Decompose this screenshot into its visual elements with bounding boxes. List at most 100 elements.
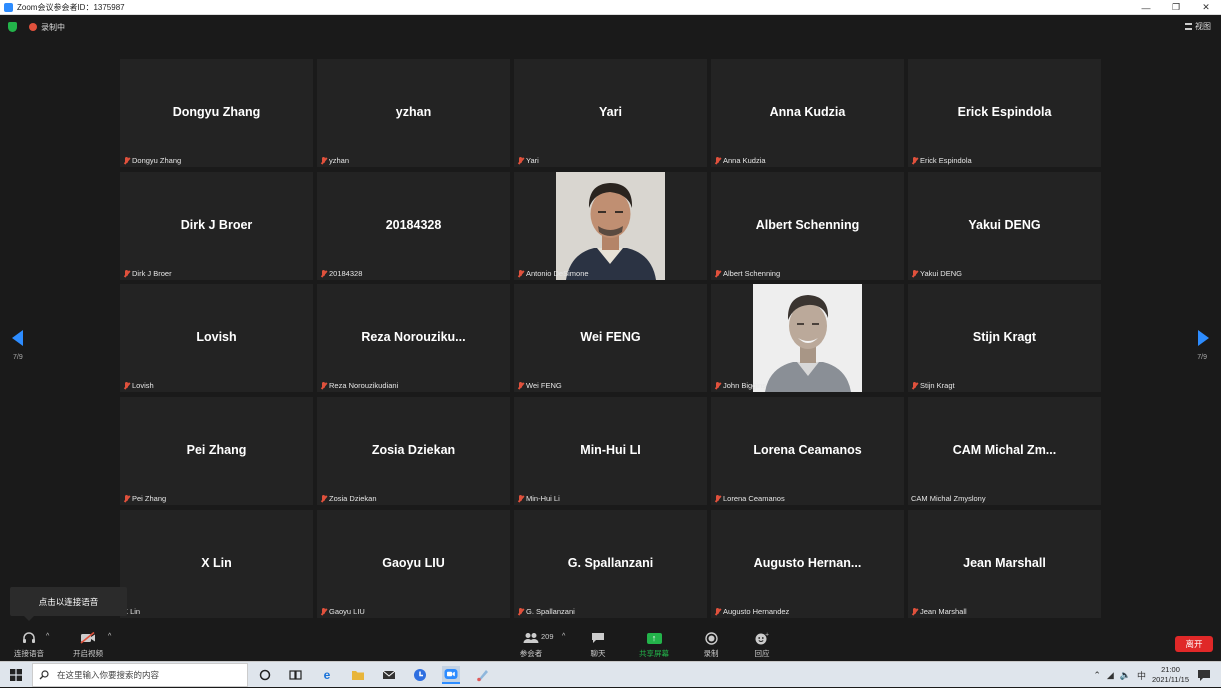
video-options-caret[interactable]: ^ bbox=[108, 633, 111, 640]
muted-mic-icon bbox=[123, 156, 130, 165]
security-shield-icon[interactable] bbox=[8, 22, 17, 32]
taskbar-clock[interactable]: 21:00 2021/11/15 bbox=[1152, 665, 1189, 685]
record-label: 录制 bbox=[703, 649, 719, 658]
file-explorer-icon[interactable] bbox=[349, 666, 367, 684]
participant-tile[interactable]: Yari Yari bbox=[514, 59, 707, 167]
participant-tile[interactable]: Gaoyu LIU Gaoyu LIU bbox=[317, 510, 510, 618]
participant-tile[interactable]: Dongyu Zhang Dongyu Zhang bbox=[120, 59, 313, 167]
participant-display-name: G. Spallanzani bbox=[567, 556, 654, 570]
participant-display-name: Jean Marshall bbox=[963, 556, 1046, 570]
participants-options-caret[interactable]: ^ bbox=[562, 633, 565, 640]
next-page-icon[interactable] bbox=[1198, 330, 1209, 346]
start-video-button[interactable]: 开启视频 bbox=[63, 631, 113, 659]
participant-footer: Lorena Ceamanos bbox=[714, 494, 785, 503]
participant-tile[interactable]: Wei FENG Wei FENG bbox=[514, 284, 707, 392]
zoom-taskbar-icon[interactable] bbox=[442, 666, 460, 684]
record-icon bbox=[704, 631, 718, 645]
page-indicator-right: 7/9 bbox=[1197, 354, 1207, 361]
muted-mic-icon bbox=[911, 607, 918, 616]
participant-tile[interactable]: Jean Marshall Jean Marshall bbox=[908, 510, 1101, 618]
participant-tile[interactable]: G. Spallanzani G. Spallanzani bbox=[514, 510, 707, 618]
participant-footer: G. Spallanzani bbox=[517, 607, 575, 616]
clock-time: 21:00 bbox=[1161, 665, 1180, 674]
participant-tile[interactable]: Albert Schenning Albert Schenning bbox=[711, 172, 904, 280]
participant-footer-label: Wei FENG bbox=[526, 381, 562, 390]
participant-display-name: Albert Schenning bbox=[755, 218, 860, 232]
muted-mic-icon bbox=[517, 381, 524, 390]
participant-footer: Min-Hui Li bbox=[517, 494, 560, 503]
tray-expand-icon[interactable]: ⌃ bbox=[1093, 670, 1101, 681]
participant-tile[interactable]: Reza Norouziku... Reza Norouzikudiani bbox=[317, 284, 510, 392]
share-screen-button[interactable]: ↑ 共享屏幕 bbox=[629, 631, 679, 659]
participant-tile[interactable]: Yakui DENG Yakui DENG bbox=[908, 172, 1101, 280]
participant-tile[interactable]: Zosia Dziekan Zosia Dziekan bbox=[317, 397, 510, 505]
participant-tile[interactable]: Lovish Lovish bbox=[120, 284, 313, 392]
participant-footer: Dirk J Broer bbox=[123, 269, 172, 278]
paint-app-icon[interactable] bbox=[474, 666, 492, 684]
ime-indicator[interactable]: 中 bbox=[1137, 669, 1146, 682]
volume-icon[interactable]: 🔈 bbox=[1120, 670, 1131, 681]
network-icon[interactable]: ◢ bbox=[1107, 670, 1114, 681]
minimize-button[interactable]: — bbox=[1131, 0, 1161, 15]
participant-tile[interactable]: Augusto Hernan... Augusto Hernandez bbox=[711, 510, 904, 618]
recording-icon bbox=[29, 23, 37, 31]
participant-footer-label: G. Spallanzani bbox=[526, 607, 575, 616]
restore-button[interactable]: ❐ bbox=[1161, 0, 1191, 15]
participant-footer-label: Jean Marshall bbox=[920, 607, 967, 616]
participant-tile[interactable]: Dirk J Broer Dirk J Broer bbox=[120, 172, 313, 280]
participant-tile[interactable]: Antonio DeSimone bbox=[514, 172, 707, 280]
close-button[interactable]: ✕ bbox=[1191, 0, 1221, 15]
participant-display-name: Zosia Dziekan bbox=[371, 443, 456, 457]
record-button[interactable]: 录制 bbox=[686, 631, 736, 659]
participant-footer: Dongyu Zhang bbox=[123, 156, 181, 165]
participant-footer: Albert Schenning bbox=[714, 269, 780, 278]
cortana-icon[interactable] bbox=[256, 666, 274, 684]
participant-tile[interactable]: Stijn Kragt Stijn Kragt bbox=[908, 284, 1101, 392]
participant-tile[interactable]: Anna Kudzia Anna Kudzia bbox=[711, 59, 904, 167]
audio-options-caret[interactable]: ^ bbox=[46, 633, 49, 640]
chat-button[interactable]: 聊天 bbox=[573, 631, 623, 659]
previous-page-icon[interactable] bbox=[12, 330, 23, 346]
participant-tile[interactable]: X Lin X Lin bbox=[120, 510, 313, 618]
participant-display-name: yzhan bbox=[395, 105, 432, 119]
participant-display-name: Wei FENG bbox=[580, 330, 641, 344]
participant-footer-label: Zosia Dziekan bbox=[329, 494, 377, 503]
view-button[interactable]: 视图 bbox=[1185, 21, 1211, 32]
share-screen-label: 共享屏幕 bbox=[639, 649, 669, 658]
participant-display-name: Augusto Hernan... bbox=[753, 556, 862, 570]
participant-tile[interactable]: CAM Michal Zm... CAM Michal Zmyslony bbox=[908, 397, 1101, 505]
participant-footer: Yakui DENG bbox=[911, 269, 962, 278]
participant-tile[interactable]: Min-Hui LI Min-Hui Li bbox=[514, 397, 707, 505]
page-indicator-left: 7/9 bbox=[13, 354, 23, 361]
reactions-button[interactable]: + 回应 bbox=[737, 631, 787, 659]
window-title: Zoom会议参会者ID：1375987 bbox=[17, 2, 125, 12]
reactions-label: 回应 bbox=[754, 649, 770, 658]
muted-mic-icon bbox=[123, 494, 130, 503]
connect-audio-tooltip: 点击以连接语音 bbox=[10, 587, 127, 621]
participant-footer-label: Antonio DeSimone bbox=[526, 269, 589, 278]
participant-tile[interactable]: yzhan yzhan bbox=[317, 59, 510, 167]
participant-display-name: Dirk J Broer bbox=[180, 218, 253, 232]
muted-mic-icon bbox=[320, 269, 327, 278]
muted-mic-icon bbox=[911, 269, 918, 278]
participant-footer-label: Lorena Ceamanos bbox=[723, 494, 785, 503]
start-button[interactable] bbox=[0, 662, 32, 688]
participant-display-name: Reza Norouziku... bbox=[361, 330, 466, 344]
participant-tile[interactable]: Lorena Ceamanos Lorena Ceamanos bbox=[711, 397, 904, 505]
edge-browser-icon[interactable]: e bbox=[318, 666, 336, 684]
mail-icon[interactable] bbox=[380, 666, 398, 684]
participant-footer: yzhan bbox=[320, 156, 349, 165]
participant-tile[interactable]: 20184328 20184328 bbox=[317, 172, 510, 280]
lark-app-icon[interactable] bbox=[411, 666, 429, 684]
muted-mic-icon bbox=[517, 269, 524, 278]
notification-icon[interactable] bbox=[1197, 669, 1211, 682]
muted-mic-icon bbox=[320, 381, 327, 390]
participant-tile[interactable]: John Biggins bbox=[711, 284, 904, 392]
participant-tile[interactable]: Erick Espindola Erick Espindola bbox=[908, 59, 1101, 167]
muted-mic-icon bbox=[517, 156, 524, 165]
taskbar-search[interactable]: 在这里输入你要搜索的内容 bbox=[32, 663, 248, 687]
task-view-icon[interactable] bbox=[286, 666, 304, 684]
leave-button[interactable]: 离开 bbox=[1175, 636, 1213, 652]
participant-photo bbox=[556, 172, 665, 280]
participant-tile[interactable]: Pei Zhang Pei Zhang bbox=[120, 397, 313, 505]
